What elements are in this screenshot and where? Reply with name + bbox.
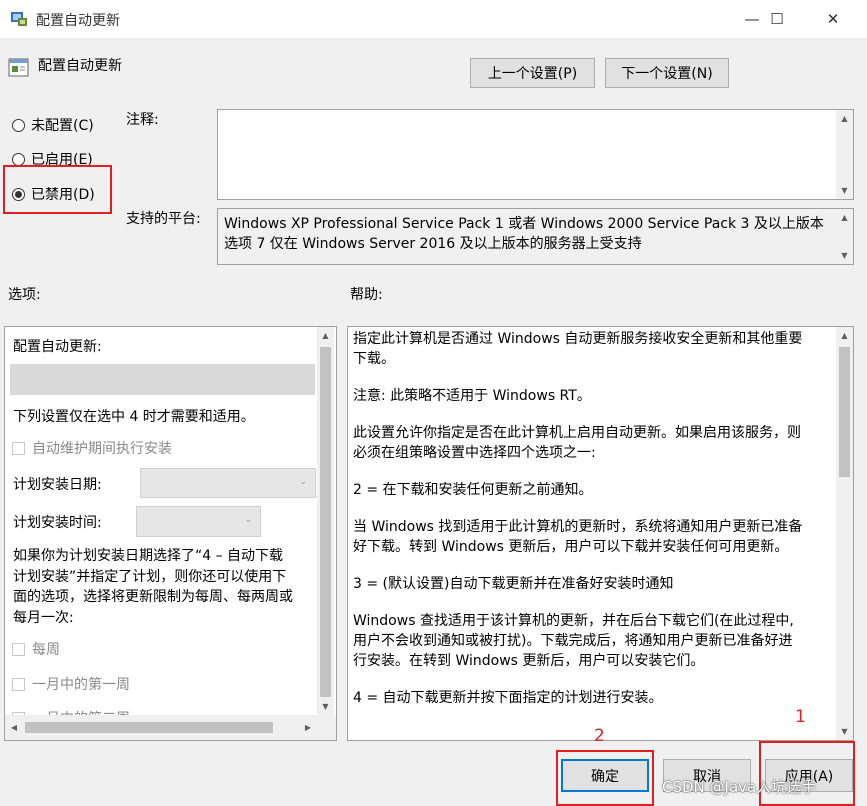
- options-vertical-scrollbar[interactable]: ▲ ▼: [317, 327, 334, 715]
- comment-label: 注释:: [126, 112, 159, 128]
- checkbox-box: [12, 441, 25, 455]
- maintenance-checkbox-label: 自动维护期间执行安装: [32, 441, 172, 457]
- options-horizontal-scrollbar[interactable]: ◀ ▶: [5, 715, 336, 740]
- scrollbar-thumb[interactable]: [839, 347, 850, 477]
- radio-not-configured[interactable]: 未配置(C): [12, 115, 94, 135]
- schedule-paragraph-line: 面的选项，选择将更新限制为每周、每两周或: [13, 589, 293, 605]
- radio-indicator-selected: [12, 187, 25, 201]
- chevron-down-icon: ⌄: [244, 515, 252, 525]
- scroll-down-icon[interactable]: ▼: [836, 182, 853, 199]
- checkbox-box: [12, 642, 25, 656]
- checkbox-box: [12, 677, 25, 691]
- options-label: 选项:: [8, 287, 41, 303]
- help-paragraph: 此设置允许你指定是否在此计算机上启用自动更新。如果启用该服务，则 必须在组策略设置…: [353, 425, 801, 461]
- configure-label: 配置自动更新:: [13, 339, 102, 355]
- help-paragraph: 3 = (默认设置)自动下载更新并在准备好安装时通知: [353, 576, 674, 592]
- help-paragraph: Windows 查找适用于该计算机的更新，并在后台下载它们(在此过程中, 用户不会…: [353, 613, 794, 669]
- radio-indicator: [12, 118, 25, 132]
- help-paragraph: 当 Windows 找到适用于此计算机的更新时，系统将通知用户更新已准备 好下载。…: [353, 519, 803, 555]
- help-paragraph: 注意: 此策略不适用于 Windows RT。: [353, 388, 591, 404]
- title-bar: 配置自动更新 — ☐ ✕: [0, 0, 867, 38]
- next-setting-button[interactable]: 下一个设置(N): [605, 58, 729, 88]
- scrollbar-thumb[interactable]: [25, 722, 273, 733]
- first-week-checkbox[interactable]: 一月中的第一周: [12, 674, 130, 694]
- comment-textarea[interactable]: ▲ ▼: [217, 109, 854, 200]
- maximize-button[interactable]: ☐: [754, 0, 800, 38]
- policy-setting-icon: [8, 58, 29, 77]
- schedule-paragraph-line: 如果你为计划安装日期选择了“4 – 自动下载: [13, 548, 284, 564]
- weekly-checkbox[interactable]: 每周: [12, 639, 60, 659]
- annotation-number-2: 2: [594, 726, 605, 746]
- platform-box: Windows XP Professional Service Pack 1 或…: [217, 208, 854, 265]
- scroll-up-icon[interactable]: ▲: [836, 209, 853, 226]
- policy-title: 配置自动更新: [38, 58, 122, 74]
- scroll-right-icon[interactable]: ▶: [301, 719, 315, 736]
- option-note: 下列设置仅在选中 4 时才需要和适用。: [13, 409, 255, 425]
- schedule-paragraph: 如果你为计划安装日期选择了“4 – 自动下载 计划安装”并指定了计划，则你还可以…: [13, 546, 318, 628]
- schedule-time-dropdown[interactable]: ⌄: [136, 506, 261, 537]
- scroll-down-icon[interactable]: ▼: [317, 698, 334, 715]
- radio-label-disabled: 已禁用(D): [31, 187, 95, 203]
- previous-setting-button[interactable]: 上一个设置(P): [470, 58, 595, 88]
- platform-line-2: 选项 7 仅在 Windows Server 2016 及以上版本的服务器上受支…: [224, 236, 642, 252]
- scroll-up-icon[interactable]: ▲: [836, 110, 853, 127]
- annotation-number-1: 1: [795, 707, 806, 727]
- weekly-checkbox-label: 每周: [32, 642, 60, 658]
- close-button[interactable]: ✕: [810, 0, 856, 38]
- platform-text: Windows XP Professional Service Pack 1 或…: [224, 214, 824, 254]
- window-title: 配置自动更新: [36, 13, 120, 29]
- radio-indicator: [12, 152, 25, 166]
- radio-disabled[interactable]: 已禁用(D): [12, 184, 95, 204]
- scroll-up-icon[interactable]: ▲: [836, 327, 853, 344]
- scroll-down-icon[interactable]: ▼: [836, 247, 853, 264]
- scroll-up-icon[interactable]: ▲: [317, 327, 334, 344]
- scrollbar-thumb[interactable]: [320, 347, 331, 697]
- help-text: 指定此计算机是否通过 Windows 自动更新服务接收安全更新和其他重要 下载。 …: [353, 329, 833, 725]
- scroll-left-icon[interactable]: ◀: [7, 719, 21, 736]
- schedule-time-label: 计划安装时间:: [13, 515, 102, 531]
- watermark: CSDN @Java入坑选手: [662, 778, 817, 796]
- schedule-day-dropdown[interactable]: ⌄: [140, 468, 316, 498]
- help-paragraph: 2 = 在下载和安装任何更新之前通知。: [353, 482, 593, 498]
- platform-line-1: Windows XP Professional Service Pack 1 或…: [224, 216, 824, 232]
- radio-label-not-configured: 未配置(C): [31, 118, 94, 134]
- policy-app-icon: [11, 12, 27, 26]
- help-paragraph: 指定此计算机是否通过 Windows 自动更新服务接收安全更新和其他重要 下载。: [353, 331, 803, 367]
- platform-scrollbar[interactable]: ▲ ▼: [836, 209, 853, 264]
- schedule-day-label: 计划安装日期:: [13, 477, 102, 493]
- first-week-checkbox-label: 一月中的第一周: [32, 677, 130, 693]
- help-label: 帮助:: [350, 287, 383, 303]
- comment-scrollbar[interactable]: ▲ ▼: [836, 110, 853, 199]
- schedule-paragraph-line: 计划安装”并指定了计划，则你还可以使用下: [13, 568, 287, 585]
- options-pane: 配置自动更新: 下列设置仅在选中 4 时才需要和适用。 自动维护期间执行安装 计…: [4, 326, 337, 741]
- schedule-paragraph-line: 每月一次:: [13, 609, 74, 626]
- help-vertical-scrollbar[interactable]: ▲ ▼: [836, 327, 853, 740]
- maintenance-checkbox[interactable]: 自动维护期间执行安装: [12, 438, 172, 458]
- platform-label: 支持的平台:: [126, 211, 201, 227]
- help-paragraph: 4 = 自动下载更新并按下面指定的计划进行安装。: [353, 690, 663, 706]
- annotation-highlight-ok: [556, 750, 654, 806]
- scroll-down-icon[interactable]: ▼: [836, 723, 853, 740]
- chevron-down-icon: ⌄: [299, 477, 307, 487]
- configure-dropdown[interactable]: [10, 364, 315, 395]
- help-pane: 指定此计算机是否通过 Windows 自动更新服务接收安全更新和其他重要 下载。 …: [347, 326, 854, 741]
